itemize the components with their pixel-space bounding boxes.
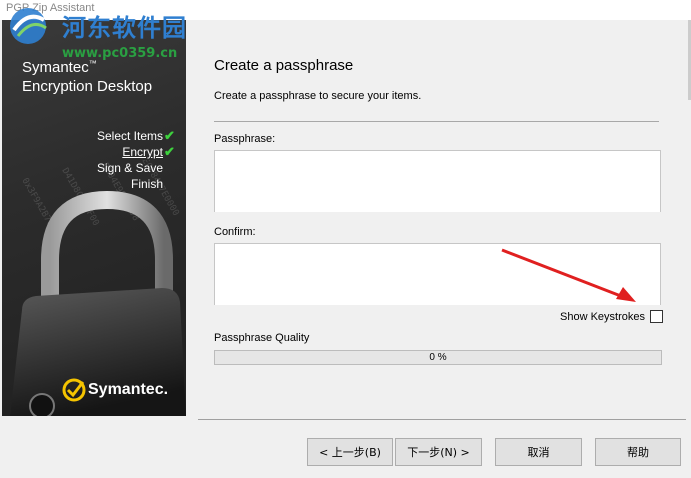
next-button[interactable]: 下一步(N) > <box>395 438 482 466</box>
show-keystrokes-checkbox[interactable] <box>650 310 663 323</box>
passphrase-quality-label: Passphrase Quality <box>214 332 310 344</box>
brand-name: Symantec <box>22 59 89 76</box>
symantec-logo-text: Symantec. <box>88 381 169 398</box>
watermark-logo-icon <box>10 8 47 44</box>
help-button[interactable]: 帮助 <box>595 438 681 466</box>
passphrase-quality-percent: 0 % <box>429 352 447 363</box>
step-label: Encrypt <box>122 145 163 159</box>
wizard-sidebar: Symantec™ Encryption Desktop 0x3F9A2B7C1… <box>2 20 186 416</box>
passphrase-field[interactable] <box>214 150 661 212</box>
main-panel: Create a passphrase Create a passphrase … <box>186 20 691 420</box>
passphrase-quality-bar: 0 % <box>214 350 662 365</box>
step-label: Finish <box>130 177 163 191</box>
show-keystrokes-label: Show Keystrokes <box>560 310 645 323</box>
divider <box>214 121 659 122</box>
brand-product: Encryption Desktop <box>22 78 153 95</box>
watermark-title: 河东软件园 <box>62 14 187 42</box>
cancel-button[interactable]: 取消 <box>495 438 582 466</box>
checkmark-icon: ✔ <box>164 128 175 143</box>
back-button[interactable]: < 上一步(B) <box>307 438 393 466</box>
page-title: Create a passphrase <box>214 57 354 74</box>
step-select-items: Select Items ✔ <box>97 128 176 144</box>
confirm-field[interactable] <box>214 243 661 305</box>
pgp-zip-assistant-window: PGP Zip Assistant Symantec™ Encryption D… <box>0 0 691 478</box>
wizard-steps: Select Items✔ Encrypt✔ Sign & Save✔ Fini… <box>97 128 176 192</box>
symantec-check-icon <box>62 378 86 402</box>
step-label: Select Items <box>96 129 163 143</box>
step-label: Sign & Save <box>96 161 163 175</box>
page-description: Create a passphrase to secure your items… <box>214 90 422 102</box>
passphrase-label: Passphrase: <box>214 133 276 145</box>
symantec-logo: Symantec. <box>62 378 168 402</box>
confirm-label: Confirm: <box>214 226 256 238</box>
checkmark-icon: ✔ <box>164 144 175 159</box>
step-sign-save: Sign & Save✔ <box>97 160 176 176</box>
step-finish: Finish✔ <box>97 176 176 192</box>
show-keystrokes-option[interactable]: Show Keystrokes <box>560 310 663 323</box>
footer-divider <box>198 419 686 420</box>
watermark-url: www.pc0359.cn <box>62 46 178 61</box>
step-encrypt: Encrypt ✔ <box>97 144 176 160</box>
